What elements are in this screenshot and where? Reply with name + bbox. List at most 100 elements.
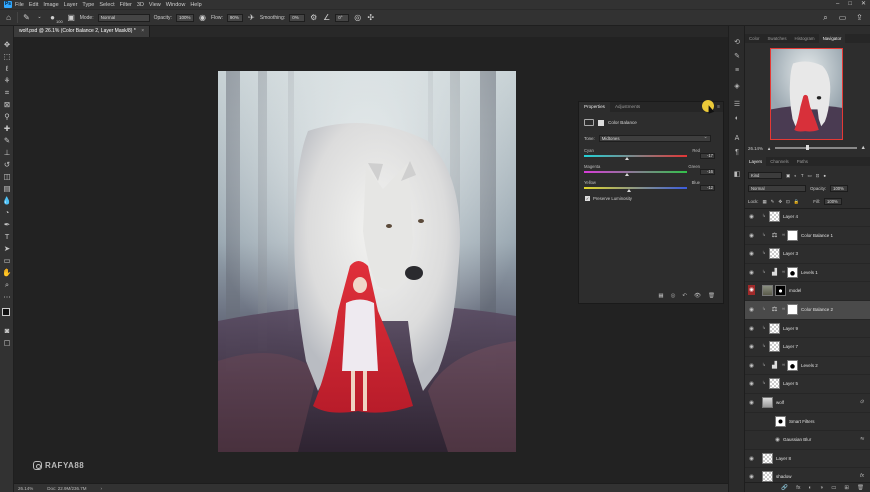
adjust-panel-icon[interactable]: ≡ xyxy=(732,66,742,76)
levels-icon[interactable]: ▟ xyxy=(769,360,780,371)
clip-to-layer-icon[interactable]: ▦ xyxy=(658,293,663,299)
status-arrow[interactable]: › xyxy=(101,486,103,491)
share-icon[interactable]: ⇪ xyxy=(855,13,864,22)
3d-icon[interactable]: ◈ xyxy=(732,82,742,92)
reset-icon[interactable]: ↶ xyxy=(682,293,687,299)
filter-mask-thumbnail[interactable] xyxy=(775,415,786,427)
healing-tool-icon[interactable]: ✚ xyxy=(2,124,12,134)
slider-value[interactable]: -16 xyxy=(700,169,715,175)
zoom-out-icon[interactable]: ▲ xyxy=(767,146,771,151)
tab-layers[interactable]: Layers xyxy=(745,157,767,166)
home-icon[interactable]: ⌂ xyxy=(4,13,13,22)
layer-fx-icon[interactable]: fx xyxy=(860,473,864,479)
layer-row[interactable]: ◉ ↳ ⚖ ∞ Color Balance 2 xyxy=(745,301,870,320)
lock-paint-icon[interactable]: ✎ xyxy=(771,199,775,205)
smoothing-field[interactable]: 0% xyxy=(289,13,306,22)
layer-name[interactable]: Layer 9 xyxy=(783,326,798,331)
panel-menu-icon[interactable]: ≡ xyxy=(717,104,720,110)
new-layer-icon[interactable]: ⊞ xyxy=(844,485,849,491)
foreground-color-swatch[interactable] xyxy=(2,308,10,316)
slider-knob[interactable] xyxy=(625,173,630,176)
layer-mask-thumbnail[interactable] xyxy=(787,304,798,315)
paragraph-icon[interactable]: ¶ xyxy=(732,148,742,158)
brush-settings-panel-icon[interactable]: ✎ xyxy=(732,52,742,62)
crop-tool-icon[interactable]: ⌗ xyxy=(2,88,12,98)
lasso-tool-icon[interactable]: ℓ xyxy=(2,64,12,74)
layer-fill-field[interactable]: 100% xyxy=(824,198,843,205)
layer-row[interactable]: ◉ ↳ ▟ ∞ Levels 1 xyxy=(745,264,870,283)
blend-mode-select[interactable]: Normal xyxy=(748,185,806,192)
layer-name[interactable]: Layer 4 xyxy=(783,214,798,219)
gear-icon[interactable]: ⚙ xyxy=(309,13,318,22)
slider-knob[interactable] xyxy=(624,157,629,160)
layer-thumbnail[interactable] xyxy=(769,248,780,260)
angle-field[interactable]: 0° xyxy=(335,13,350,22)
tone-select[interactable]: Midtones xyxy=(598,135,711,142)
visibility-eye-icon[interactable]: ◉ xyxy=(748,344,755,350)
preserve-luminosity[interactable]: ✓ Preserve Luminosity xyxy=(585,196,632,201)
tab-channels[interactable]: Channels xyxy=(766,157,793,166)
document-canvas[interactable] xyxy=(218,71,516,452)
zoom-slider[interactable] xyxy=(775,145,857,150)
properties-panel-icon[interactable]: ☰ xyxy=(732,100,742,110)
layer-mask-thumbnail[interactable] xyxy=(787,266,798,278)
layer-name[interactable]: Color Balance 2 xyxy=(801,307,833,312)
visibility-icon[interactable]: 👁 xyxy=(694,293,701,299)
filter-pixel-icon[interactable]: ▣ xyxy=(786,173,790,179)
menu-3d[interactable]: 3D xyxy=(137,2,144,8)
layer-mask-thumbnail[interactable] xyxy=(775,285,786,297)
close-window-button[interactable]: ✕ xyxy=(861,0,866,9)
layer-mask-thumbnail[interactable] xyxy=(787,229,798,241)
navigator-preview[interactable] xyxy=(770,48,843,140)
layer-mask-thumbnail[interactable] xyxy=(787,359,798,371)
shape-tool-icon[interactable]: ▭ xyxy=(2,256,12,266)
layer-thumbnail[interactable] xyxy=(762,285,773,297)
menu-view[interactable]: View xyxy=(149,2,161,8)
tab-color[interactable]: Color xyxy=(745,34,764,43)
layer-name[interactable]: Levels 2 xyxy=(801,363,818,368)
layer-row[interactable]: ◉ Layer 8 xyxy=(745,450,870,469)
layer-row[interactable]: Smart Filters xyxy=(745,413,870,432)
eraser-tool-icon[interactable]: ◫ xyxy=(2,172,12,182)
visibility-eye-icon[interactable]: ◉ xyxy=(748,363,755,369)
document-tab[interactable]: wolf.psd @ 26.1% (Color Balance 2, Layer… xyxy=(14,26,151,37)
delete-layer-icon[interactable]: 🗑 xyxy=(857,485,864,491)
chain-link-icon[interactable]: ∞ xyxy=(782,362,785,367)
navigator-zoom-value[interactable]: 26.14% xyxy=(748,146,763,151)
photoshop-logo[interactable]: Ps xyxy=(4,1,12,8)
pressure-size-icon[interactable]: ◎ xyxy=(353,13,362,22)
filter-shape-icon[interactable]: ▭ xyxy=(808,173,812,179)
menu-select[interactable]: Select xyxy=(99,2,114,8)
layers-panel-icon[interactable]: ◧ xyxy=(732,170,742,180)
blur-tool-icon[interactable]: 💧 xyxy=(2,196,12,206)
close-tab-button[interactable]: × xyxy=(141,28,144,34)
menu-type[interactable]: Type xyxy=(82,2,94,8)
preserve-checkbox[interactable]: ✓ xyxy=(585,196,590,201)
layer-row[interactable]: ◉ ↳ Layer 4 xyxy=(745,208,870,227)
filter-toggle-icon[interactable]: ● xyxy=(823,173,826,178)
visibility-eye-icon[interactable]: ◉ xyxy=(748,270,755,276)
visibility-eye-icon[interactable]: ◉ xyxy=(748,285,755,296)
eyedropper-tool-icon[interactable]: ⚲ xyxy=(2,112,12,122)
stamp-tool-icon[interactable]: ⊥ xyxy=(2,148,12,158)
layer-name[interactable]: Gaussian Blur xyxy=(783,437,811,442)
layer-name[interactable]: Layer 5 xyxy=(783,381,798,386)
slider-track[interactable] xyxy=(584,170,687,173)
menu-image[interactable]: Image xyxy=(43,2,58,8)
pen-tool-icon[interactable]: ✒ xyxy=(2,220,12,230)
filter-visibility-icon[interactable]: ◉ xyxy=(774,437,781,443)
layer-name[interactable]: Layer 3 xyxy=(783,251,798,256)
trash-icon[interactable]: 🗑 xyxy=(708,293,715,299)
new-group-icon[interactable]: ▭ xyxy=(831,485,836,491)
status-zoom[interactable]: 26.14% xyxy=(18,486,33,491)
layer-name[interactable]: wolf xyxy=(776,400,784,405)
layer-mask-icon[interactable] xyxy=(598,119,604,126)
color-balance-layer-icon[interactable]: ⚖ xyxy=(769,230,780,241)
mode-select[interactable]: Normal xyxy=(97,13,150,22)
visibility-eye-icon[interactable]: ◉ xyxy=(748,474,755,480)
minimize-button[interactable]: – xyxy=(836,0,839,9)
kind-filter-select[interactable]: Kind xyxy=(748,172,782,179)
tab-paths[interactable]: Paths xyxy=(793,157,812,166)
new-adjustment-icon[interactable]: ◑ xyxy=(820,485,823,491)
layer-name[interactable]: Color Balance 1 xyxy=(801,233,833,238)
